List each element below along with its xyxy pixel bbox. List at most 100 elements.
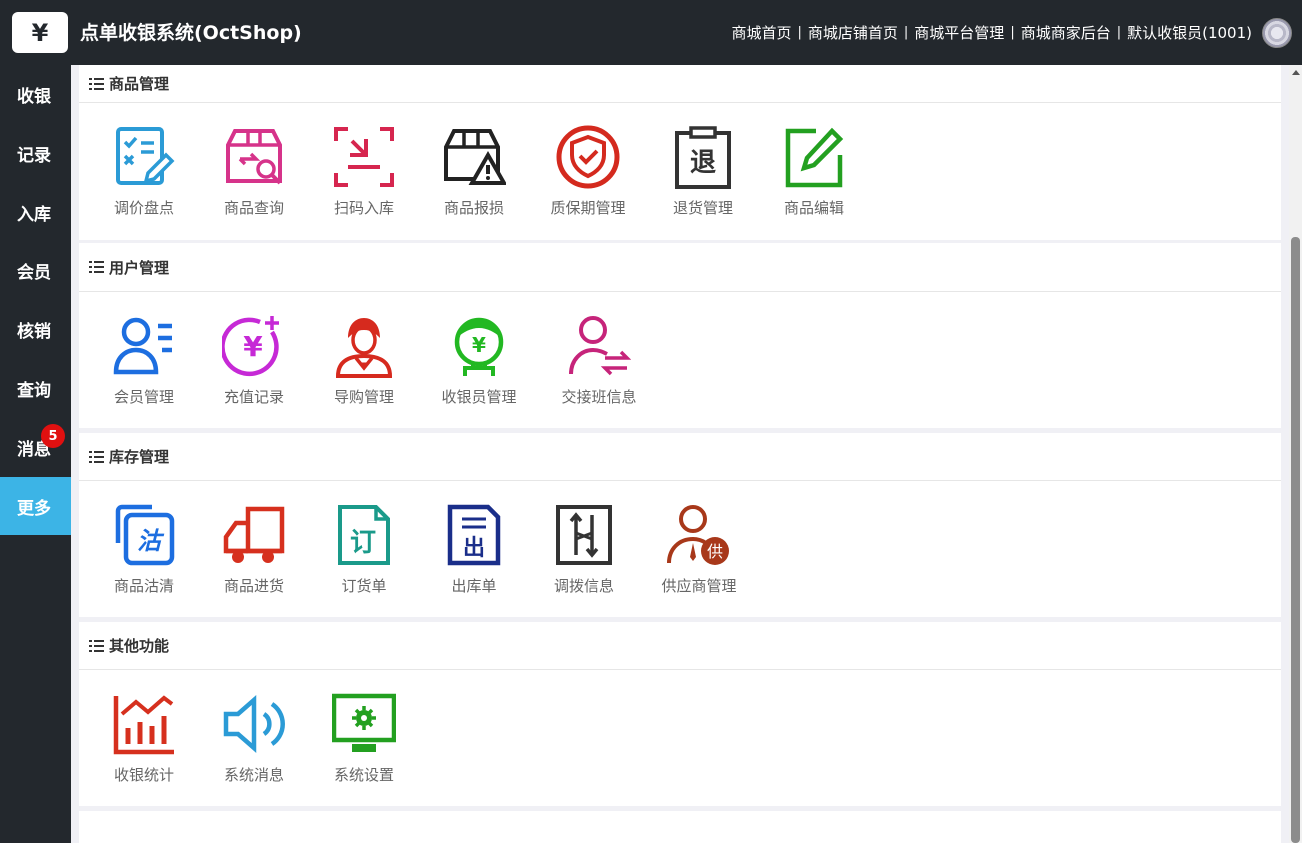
- tile-member-management[interactable]: 会员管理: [89, 292, 199, 428]
- tile-scan-stock-in[interactable]: 扫码入库: [309, 103, 419, 239]
- nav-mall-home[interactable]: 商城首页: [731, 22, 791, 43]
- svg-text:订: 订: [350, 528, 376, 558]
- list-icon: [89, 261, 104, 273]
- sidebar-item-label: 收银: [17, 86, 51, 107]
- section-header: 其他功能: [79, 622, 1281, 670]
- member-list-icon: [113, 317, 172, 375]
- cashier-logo-icon[interactable]: ¥: [12, 12, 68, 53]
- user-exchange-icon: [569, 316, 631, 376]
- tile-price-adjust[interactable]: 调价盘点: [89, 103, 199, 239]
- svg-text:出: 出: [463, 536, 485, 561]
- section-inventory-management: 库存管理 沽 商品沽清 商品进货 订 订货单 出 出库单 调拨信息 供 供应商管…: [79, 433, 1281, 617]
- svg-text:沽: 沽: [137, 527, 165, 555]
- section-title: 商品管理: [109, 75, 170, 93]
- nav-separator: |: [903, 25, 909, 40]
- tile-shift-handover[interactable]: 交接班信息: [544, 292, 654, 428]
- tile-label: 出库单: [451, 577, 497, 595]
- sidebar-item-label: 核销: [17, 321, 51, 342]
- tile-label: 调价盘点: [113, 199, 174, 217]
- nav-separator: |: [1116, 25, 1122, 40]
- checklist-pencil-icon: [116, 127, 175, 185]
- tile-transfer[interactable]: 调拨信息: [529, 481, 639, 617]
- tile-system-messages[interactable]: 系统消息: [199, 670, 309, 806]
- sidebar-item-stock-in[interactable]: 入库: [0, 183, 71, 241]
- truck-icon: [223, 506, 285, 563]
- tile-order-form[interactable]: 订 订货单: [309, 481, 419, 617]
- shopping-guide-icon: [335, 318, 393, 378]
- nav-current-cashier[interactable]: 默认收银员(1001): [1127, 22, 1252, 43]
- nav-merchant-admin[interactable]: 商城商家后台: [1021, 22, 1111, 43]
- svg-text:供: 供: [707, 542, 723, 561]
- tile-purchase[interactable]: 商品进货: [199, 481, 309, 617]
- section-title: 库存管理: [109, 448, 170, 466]
- tile-warranty[interactable]: 质保期管理: [533, 103, 643, 239]
- tile-label: 系统设置: [333, 766, 394, 784]
- tile-label: 收银员管理: [441, 388, 517, 406]
- tile-goods-query[interactable]: 商品查询: [199, 103, 309, 239]
- edit-square-icon: [785, 127, 844, 188]
- tile-grid: 收银统计 系统消息 系统设置: [79, 670, 1281, 806]
- tile-grid: 调价盘点 商品查询 扫码入库 商品报损 质保期管理 退 退货管理 商品编辑: [79, 103, 1281, 239]
- section-user-management: 用户管理 会员管理 ¥ 充值记录 导购管理 ¥ 收银员管理 交接班信息: [79, 243, 1281, 428]
- tile-goods-edit[interactable]: 商品编辑: [759, 103, 869, 239]
- cashier-icon: ¥: [454, 317, 504, 376]
- clipboard-return-icon: 退: [675, 126, 731, 189]
- monitor-settings-icon: [332, 693, 396, 752]
- tile-label: 商品编辑: [783, 199, 844, 217]
- tile-outbound-order[interactable]: 出 出库单: [419, 481, 529, 617]
- box-warning-icon: [444, 129, 506, 185]
- tile-label: 质保期管理: [550, 199, 626, 217]
- nav-store-home[interactable]: 商城店铺首页: [808, 22, 898, 43]
- outbound-doc-icon: 出: [447, 504, 501, 566]
- sidebar: 收银 记录 入库 会员 核销 查询 消息 5 更多: [0, 65, 71, 843]
- supplier-icon: 供: [667, 505, 729, 565]
- tile-label: 商品沽清: [113, 577, 174, 595]
- tile-supplier-management[interactable]: 供 供应商管理: [644, 481, 754, 617]
- speaker-icon: [223, 695, 285, 753]
- shield-check-icon: [556, 125, 620, 189]
- avatar[interactable]: [1262, 18, 1292, 48]
- sidebar-item-verify[interactable]: 核销: [0, 300, 71, 358]
- tile-system-settings[interactable]: 系统设置: [309, 670, 419, 806]
- sidebar-item-label: 更多: [17, 498, 51, 519]
- svg-text:¥: ¥: [243, 330, 263, 363]
- tile-label: 供应商管理: [661, 577, 737, 595]
- scroll-thumb[interactable]: [1291, 237, 1300, 843]
- tile-label: 收银统计: [113, 766, 174, 784]
- message-count-badge: 5: [41, 424, 65, 448]
- tile-label: 退货管理: [672, 199, 733, 217]
- tile-grid: 沽 商品沽清 商品进货 订 订货单 出 出库单 调拨信息 供 供应商管理: [79, 481, 1281, 617]
- nav-platform-admin[interactable]: 商城平台管理: [914, 22, 1004, 43]
- tile-label: 充值记录: [223, 388, 284, 406]
- yen-plus-icon: ¥: [222, 316, 279, 377]
- tile-cashier-stats[interactable]: 收银统计: [89, 670, 199, 806]
- tile-label: 系统消息: [223, 766, 284, 784]
- sidebar-item-more[interactable]: 更多: [0, 477, 71, 535]
- sidebar-item-members[interactable]: 会员: [0, 241, 71, 299]
- list-icon: [89, 639, 104, 652]
- tile-label: 交接班信息: [561, 388, 637, 406]
- tile-recharge-records[interactable]: ¥ 充值记录: [199, 292, 309, 428]
- top-nav: 商城首页 | 商城店铺首页 | 商城平台管理 | 商城商家后台 | 默认收银员(…: [731, 22, 1252, 43]
- sidebar-item-messages[interactable]: 消息 5: [0, 418, 71, 476]
- sidebar-item-cashier[interactable]: 收银: [0, 65, 71, 123]
- scrollbar[interactable]: [1289, 65, 1302, 843]
- tile-sold-out[interactable]: 沽 商品沽清: [89, 481, 199, 617]
- top-header: ¥ 点单收银系统(OctShop) 商城首页 | 商城店铺首页 | 商城平台管理…: [0, 0, 1302, 65]
- section-title: 其他功能: [109, 637, 170, 655]
- sidebar-item-query[interactable]: 查询: [0, 359, 71, 417]
- tile-label: 商品查询: [223, 199, 284, 217]
- box-search-icon: [226, 129, 282, 185]
- section-header: 库存管理: [79, 433, 1281, 481]
- bar-stats-icon: [113, 695, 174, 755]
- app-title: 点单收银系统(OctShop): [80, 22, 302, 44]
- sidebar-item-records[interactable]: 记录: [0, 124, 71, 182]
- tile-cashier-management[interactable]: ¥ 收银员管理: [424, 292, 534, 428]
- scroll-up-arrow-icon[interactable]: [1292, 70, 1300, 75]
- tile-grid: 会员管理 ¥ 充值记录 导购管理 ¥ 收银员管理 交接班信息: [79, 292, 1281, 428]
- tile-returns[interactable]: 退 退货管理: [648, 103, 758, 239]
- tile-label: 扫码入库: [333, 199, 394, 217]
- tile-shopping-guide[interactable]: 导购管理: [309, 292, 419, 428]
- tile-damage-report[interactable]: 商品报损: [419, 103, 529, 239]
- nav-separator: |: [797, 25, 802, 40]
